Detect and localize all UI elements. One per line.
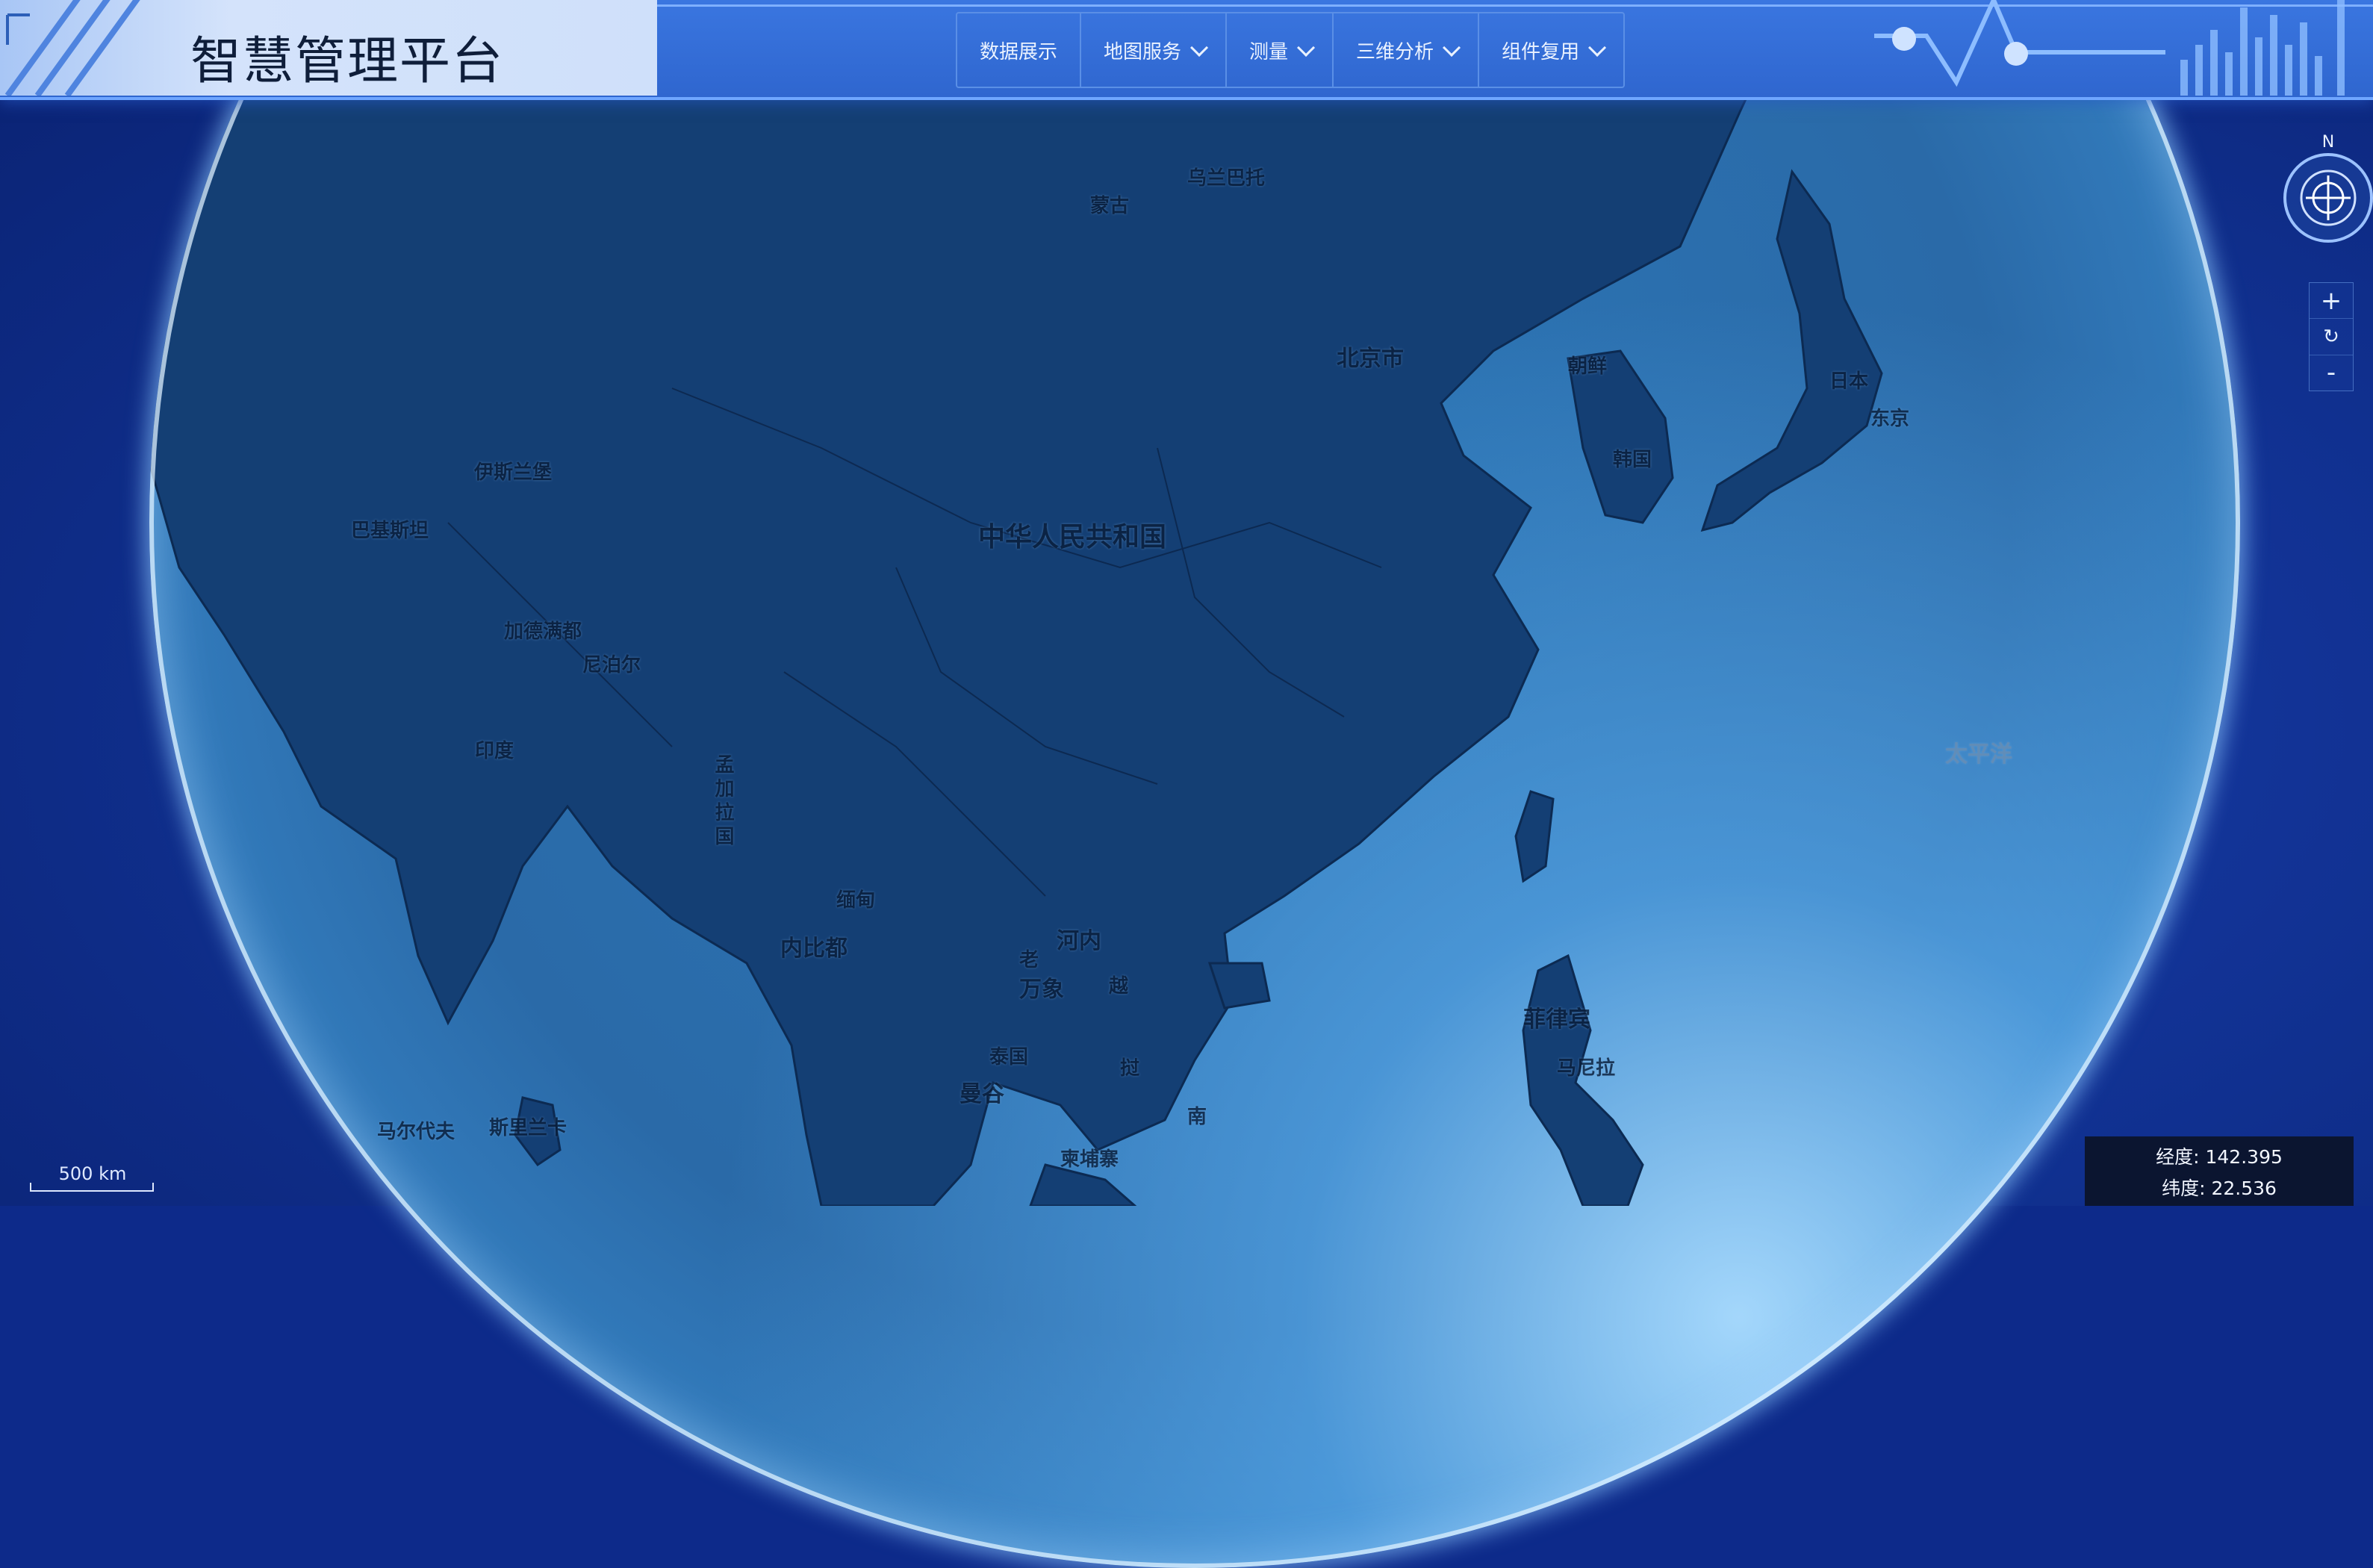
label-myanmar: 缅甸	[836, 889, 876, 912]
main-nav: 数据展示 地图服务 测量 三维分析 组件复用	[956, 12, 1626, 88]
longitude-value: 142.395	[2205, 1145, 2283, 1168]
land-layer	[149, 0, 1883, 1206]
nav-item-map-service[interactable]: 地图服务	[1081, 13, 1228, 87]
scale-bar-line	[30, 1183, 154, 1192]
label-south-korea: 韩国	[1613, 449, 1652, 471]
compass-icon: N	[2283, 133, 2373, 243]
label-north-korea: 朝鲜	[1568, 355, 1608, 378]
nav-label: 数据展示	[980, 40, 1058, 63]
scale-label: 500 km	[58, 1163, 127, 1184]
header-pulse-decoration	[1874, 0, 2345, 96]
chevron-down-icon	[1443, 38, 1461, 57]
label-thailand: 泰国	[989, 1046, 1029, 1068]
coordinate-readout: 经度: 142.395 纬度: 22.536	[2085, 1136, 2354, 1206]
title-stripes-decoration	[4, 0, 140, 96]
label-ulaanbaatar: 乌兰巴托	[1187, 167, 1266, 190]
chevron-down-icon	[1588, 38, 1607, 57]
nav-item-3d-analysis[interactable]: 三维分析	[1334, 13, 1480, 87]
label-nepal: 尼泊尔	[582, 654, 641, 676]
nav-item-data-display[interactable]: 数据展示	[957, 13, 1082, 87]
app-title: 智慧管理平台	[190, 32, 505, 91]
chevron-down-icon	[1297, 38, 1316, 57]
zoom-in-button[interactable]: +	[2310, 283, 2353, 320]
label-naypyidaw: 内比都	[780, 936, 848, 962]
label-vietnam-zhi: 挝	[1120, 1057, 1140, 1080]
label-beijing: 北京市	[1337, 346, 1404, 372]
latitude-row: 纬度: 22.536	[2162, 1174, 2277, 1201]
label-philippines: 菲律宾	[1523, 1007, 1590, 1033]
scale-bar: 500 km	[30, 1163, 155, 1195]
label-manila: 马尼拉	[1557, 1057, 1616, 1080]
longitude-row: 经度: 142.395	[2156, 1142, 2283, 1169]
zoom-controls: + ↻ -	[2309, 282, 2354, 391]
latitude-label: 纬度:	[2162, 1177, 2206, 1199]
label-laos: 老	[1019, 949, 1039, 971]
label-china: 中华人民共和国	[978, 522, 1167, 553]
label-vietnam-nan: 南	[1187, 1106, 1207, 1128]
nav-label: 三维分析	[1356, 40, 1434, 63]
label-vientiane: 万象	[1019, 977, 1064, 1003]
label-cambodia: 柬埔寨	[1060, 1148, 1119, 1171]
zoom-out-button[interactable]: -	[2310, 355, 2353, 391]
label-islamabad: 伊斯兰堡	[474, 461, 553, 484]
nav-label: 地图服务	[1104, 40, 1182, 63]
compass-north-label: N	[2322, 133, 2334, 152]
label-pacific: 太平洋	[1945, 741, 2012, 768]
label-kathmandu: 加德满都	[504, 620, 582, 643]
nav-item-component-reuse[interactable]: 组件复用	[1479, 13, 1623, 87]
label-tokyo: 东京	[1870, 408, 1910, 430]
label-pakistan: 巴基斯坦	[351, 520, 429, 542]
label-japan: 日本	[1829, 370, 1869, 393]
label-sri-lanka: 斯里兰卡	[489, 1117, 567, 1139]
compass-navigation[interactable]: N	[2279, 131, 2373, 261]
label-hanoi: 河内	[1057, 928, 1101, 954]
latitude-value: 22.536	[2211, 1177, 2277, 1199]
label-bangkok: 曼谷	[960, 1081, 1004, 1107]
nav-label: 组件复用	[1502, 40, 1580, 63]
longitude-label: 经度:	[2156, 1145, 2200, 1168]
label-mongolia: 蒙古	[1090, 195, 1130, 217]
label-bangladesh: 孟加拉国	[712, 754, 734, 850]
label-india: 印度	[475, 740, 514, 762]
app-header: 智慧管理平台 数据展示 地图服务 测量 三维分析 组件复用	[0, 0, 2373, 100]
label-vietnam-yue: 越	[1109, 975, 1129, 998]
label-maldives: 马尔代夫	[377, 1121, 455, 1143]
nav-label: 测量	[1249, 40, 1289, 63]
title-panel: 智慧管理平台	[0, 0, 657, 96]
reset-view-button[interactable]: ↻	[2310, 319, 2353, 355]
nav-item-measure[interactable]: 测量	[1227, 13, 1334, 87]
chevron-down-icon	[1190, 38, 1209, 57]
